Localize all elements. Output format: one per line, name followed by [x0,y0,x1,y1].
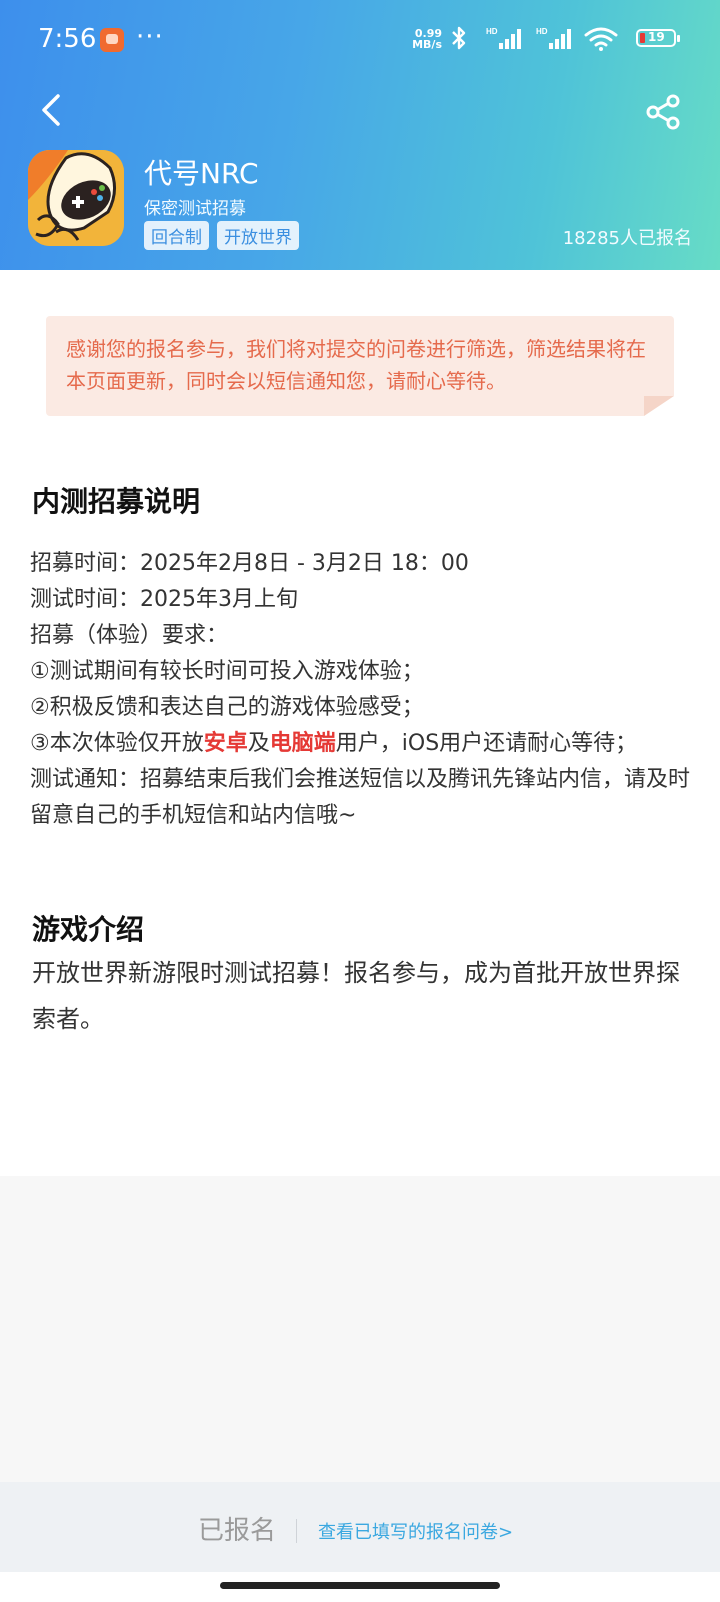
wifi-icon [584,27,618,51]
game-controller-icon [28,150,124,246]
tag-open-world[interactable]: 开放世界 [217,221,299,250]
svg-text:HD: HD [536,27,548,36]
notice-text: 感谢您的报名参与，我们将对提交的问卷进行筛选，筛选结果将在本页面更新，同时会以短… [66,337,646,393]
bluetooth-icon [452,26,466,50]
notification-app-icon [100,28,124,52]
tag-turn-based[interactable]: 回合制 [144,221,209,250]
intro-text: 开放世界新游限时测试招募！报名参与，成为首批开放世界探索者。 [32,959,680,1033]
requirement-3-suffix: 用户，iOS用户还请耐心等待； [335,731,638,756]
empty-gray-area [0,1176,720,1482]
requirement-1: ①测试期间有较长时间可投入游戏体验； [30,659,424,684]
network-speed-unit: MB/s [412,38,442,51]
test-notification: 测试通知：招募结束后我们会推送短信以及腾讯先锋站内信，请及时留意自己的手机短信和… [30,767,691,828]
more-notifications-icon: ··· [136,22,164,52]
registered-status-button[interactable]: 已报名 [198,1510,276,1547]
requirement-3-prefix: ③本次体验仅开放 [30,731,204,756]
game-title: 代号NRC [144,157,259,190]
recruit-description: 招募时间：2025年2月8日 - 3月2日 18：00 测试时间：2025年3月… [30,546,694,834]
requirement-3: ③本次体验仅开放安卓及电脑端用户，iOS用户还请耐心等待； [30,726,694,762]
home-indicator[interactable] [220,1582,500,1589]
bottom-divider [296,1519,297,1543]
highlight-pc: 电脑端 [269,731,336,756]
intro-heading: 游戏介绍 [32,913,145,946]
notice-box: 感谢您的报名参与，我们将对提交的问卷进行筛选，筛选结果将在本页面更新，同时会以短… [46,316,674,416]
battery-level: 19 [648,30,665,44]
game-tags: 回合制 开放世界 [144,221,299,250]
back-arrow-icon[interactable] [34,90,70,130]
game-icon [28,150,124,246]
header-banner: 7:56 ··· 0.99 MB/s HD HD 19 代号NRC 保密测试招募… [0,0,720,270]
signal-hd-icon: HD [486,27,521,49]
view-questionnaire-link[interactable]: 查看已填写的报名问卷> [318,1518,513,1544]
requirement-3-mid: 及 [247,731,270,756]
signup-count: 18285人已报名 [562,228,692,249]
requirements-title: 招募（体验）要求： [30,623,229,648]
notice-fold-corner [644,396,674,416]
highlight-android: 安卓 [203,731,248,756]
signal-hd-icon-2: HD [536,27,571,49]
game-subtitle: 保密测试招募 [144,199,246,219]
status-time: 7:56 [38,24,97,54]
battery-icon: 19 [636,29,680,47]
status-bar: 7:56 ··· 0.99 MB/s HD HD 19 [38,22,682,62]
recruit-heading: 内测招募说明 [32,485,201,518]
svg-text:HD: HD [486,27,498,36]
requirement-2: ②积极反馈和表达自己的游戏体验感受； [30,695,424,720]
recruit-time: 招募时间：2025年2月8日 - 3月2日 18：00 [30,551,469,576]
network-speed: 0.99 MB/s [412,28,442,50]
test-time: 测试时间：2025年3月上旬 [30,587,298,612]
share-icon[interactable] [644,92,684,132]
